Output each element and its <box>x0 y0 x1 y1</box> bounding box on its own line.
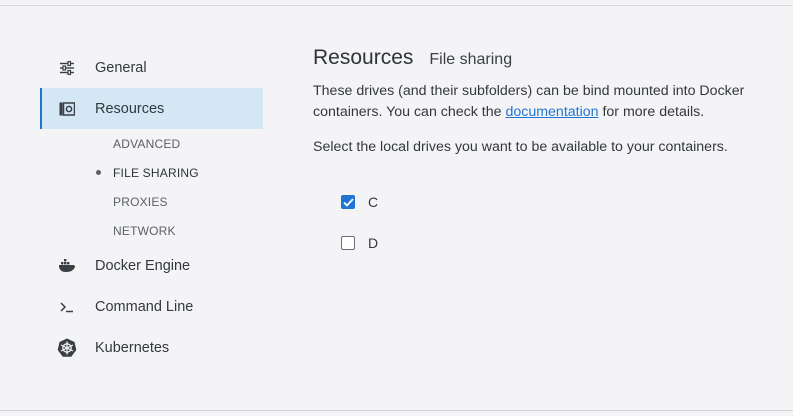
file-sharing-panel: Resources File sharing These drives (and… <box>313 46 773 251</box>
sidebar-item-label: Kubernetes <box>95 339 170 356</box>
bottom-divider <box>0 410 793 411</box>
sidebar-item-docker-engine[interactable]: Docker Engine <box>40 245 263 286</box>
sidebar-item-general[interactable]: General <box>40 47 263 88</box>
resources-submenu: ADVANCED FILE SHARING PROXIES NETWORK <box>40 129 263 245</box>
drive-d-checkbox[interactable]: D <box>341 235 378 251</box>
submenu-item-label: ADVANCED <box>113 136 181 151</box>
sidebar-item-label: Resources <box>95 100 165 117</box>
whale-icon <box>57 256 77 276</box>
checkbox-unchecked-icon[interactable] <box>341 236 355 250</box>
resources-icon <box>57 99 77 119</box>
terminal-icon <box>57 297 77 317</box>
submenu-item-file-sharing[interactable]: FILE SHARING <box>40 158 263 187</box>
documentation-link[interactable]: documentation <box>505 104 598 120</box>
top-divider <box>0 5 793 6</box>
kubernetes-icon <box>57 338 77 358</box>
drive-label: D <box>368 235 379 251</box>
panel-heading: Resources File sharing <box>313 46 773 70</box>
settings-sidebar: General Resources ADVANCED FILE SHARING … <box>40 47 263 368</box>
sidebar-item-label: Docker Engine <box>95 257 191 274</box>
checkbox-checked-icon[interactable] <box>341 195 355 209</box>
sliders-icon <box>57 58 77 78</box>
bullet-icon <box>96 170 101 175</box>
submenu-item-label: FILE SHARING <box>113 165 199 180</box>
description: These drives (and their subfolders) can … <box>313 81 753 123</box>
submenu-item-network[interactable]: NETWORK <box>40 216 263 245</box>
drives-prompt: Select the local drives you want to be a… <box>313 139 728 155</box>
drive-label: C <box>368 194 379 210</box>
sidebar-item-kubernetes[interactable]: Kubernetes <box>40 327 263 368</box>
sidebar-item-resources[interactable]: Resources <box>40 88 263 129</box>
page-title: Resources <box>313 46 414 69</box>
sidebar-item-command-line[interactable]: Command Line <box>40 286 263 327</box>
submenu-item-label: NETWORK <box>113 223 176 238</box>
submenu-item-advanced[interactable]: ADVANCED <box>40 129 263 158</box>
submenu-item-label: PROXIES <box>113 194 168 209</box>
page-subtitle: File sharing <box>429 51 513 68</box>
description-text-end: for more details. <box>598 104 705 120</box>
sidebar-item-label: Command Line <box>95 298 194 315</box>
submenu-item-proxies[interactable]: PROXIES <box>40 187 263 216</box>
drive-c-checkbox[interactable]: C <box>341 194 378 210</box>
sidebar-item-label: General <box>95 59 147 76</box>
